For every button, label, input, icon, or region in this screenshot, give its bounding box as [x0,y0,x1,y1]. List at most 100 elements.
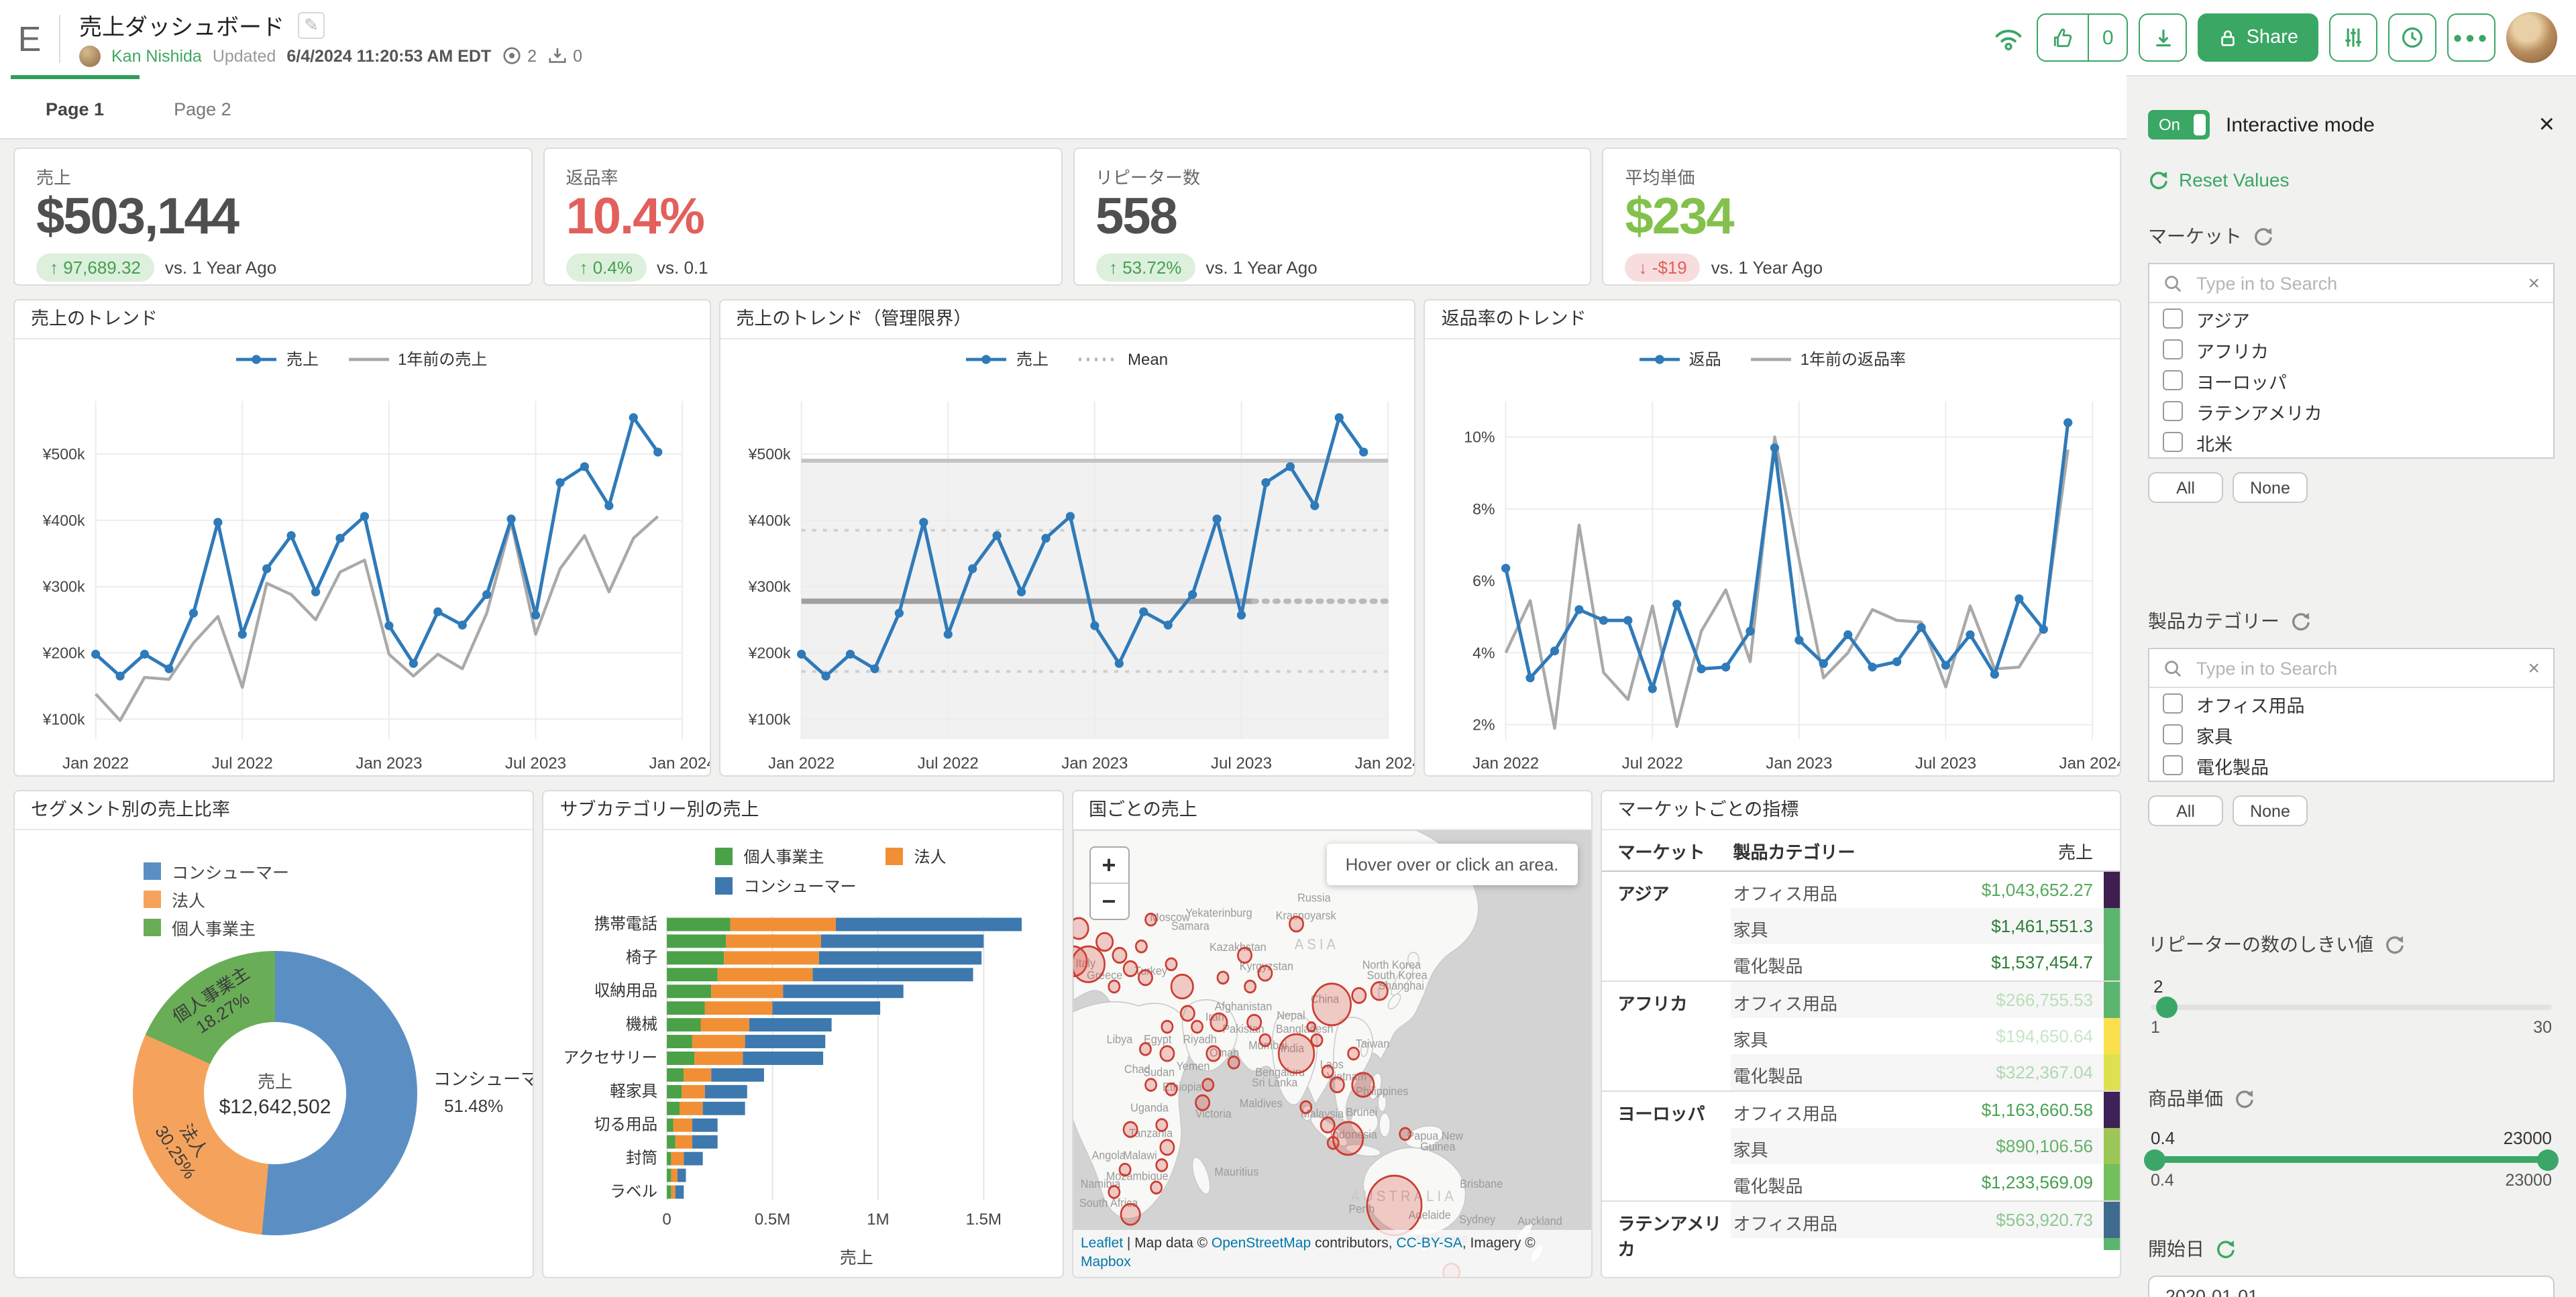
country-sales-bubble[interactable] [1108,980,1119,993]
country-sales-bubble[interactable] [1228,1056,1238,1068]
country-sales-bubble[interactable] [1112,948,1126,962]
more-options-button[interactable]: ●●● [2447,13,2496,62]
filter-option[interactable]: 北米 [2149,427,2553,457]
country-sales-bubble[interactable] [1307,1022,1315,1031]
country-sales-bubble[interactable] [1202,1079,1213,1091]
price-slider-track[interactable] [2151,1156,2552,1163]
interactive-mode-toggle[interactable]: On [2148,110,2210,139]
clear-search-icon[interactable]: × [2528,272,2540,294]
threshold-slider-track[interactable] [2151,1005,2552,1010]
country-sales-bubble[interactable] [1312,984,1350,1025]
country-sales-bubble[interactable] [1289,917,1302,932]
sales-control-chart[interactable]: ¥100k¥200k¥300k¥400k¥500kJan 2022Jul 202… [720,339,1414,777]
table-row[interactable]: 家具$890,106.56 [1602,1128,2121,1164]
country-sales-bubble[interactable] [1120,1204,1139,1225]
like-button[interactable]: 0 [2037,13,2129,62]
country-sales-bubble[interactable] [1165,958,1176,970]
table-row[interactable]: 電化製品$1,537,454.7 [1602,944,2121,980]
user-avatar[interactable] [2506,12,2557,63]
country-sales-bubble[interactable] [1139,1043,1150,1055]
clear-search-icon[interactable]: × [2528,657,2540,679]
country-sales-bubble[interactable] [1322,1066,1332,1078]
country-sales-map[interactable]: RussiaYekaterinburgKrasnoyarskMoscowSama… [1073,830,1591,1277]
table-row[interactable] [1602,1238,2121,1250]
country-sales-bubble[interactable] [1073,918,1087,939]
author-name[interactable]: Kan Nishida [111,46,202,65]
slider-handle-high[interactable] [2537,1149,2559,1170]
select-none-button[interactable]: None [2233,795,2308,826]
filter-option[interactable]: ラテンアメリカ [2149,396,2553,427]
legend-item[interactable]: 個人事業主 [716,844,824,867]
select-all-button[interactable]: All [2148,472,2223,503]
parameters-button[interactable] [2329,13,2377,62]
country-sales-bubble[interactable] [1352,988,1365,1003]
country-sales-bubble[interactable] [1123,1122,1136,1137]
country-sales-bubble[interactable] [1278,1034,1313,1073]
country-sales-bubble[interactable] [1180,1006,1193,1021]
subcategory-bar-chart[interactable]: 00.5M1M1.5M携帯電話椅子収納用品機械アクセサリー軽家具切る用品封筒ラベ… [544,913,1063,1241]
country-sales-bubble[interactable] [1311,1034,1322,1046]
table-row[interactable]: 家具$194,650.64 [1602,1018,2121,1054]
country-sales-bubble[interactable] [1217,972,1228,984]
country-sales-bubble[interactable] [1156,1160,1167,1172]
country-sales-bubble[interactable] [1150,1182,1161,1194]
country-sales-bubble[interactable] [1399,1128,1410,1140]
country-sales-bubble[interactable] [1161,1021,1172,1033]
attribution-link[interactable]: CC-BY-SA [1396,1235,1462,1251]
legend-item[interactable]: コンシューマー [144,857,289,885]
legend-item[interactable]: Mean [1078,347,1168,370]
history-button[interactable] [2388,13,2436,62]
country-sales-bubble[interactable] [1138,970,1151,985]
like-count[interactable]: 0 [2088,15,2127,60]
country-sales-bubble[interactable] [1258,966,1271,980]
app-logo[interactable]: E [0,15,60,63]
country-sales-bubble[interactable] [1119,1164,1130,1176]
table-row[interactable]: アジアオフィス用品$1,043,652.27 [1602,872,2121,908]
country-sales-bubble[interactable] [1156,1119,1167,1131]
country-sales-bubble[interactable] [1123,961,1136,976]
country-sales-bubble[interactable] [1195,1095,1208,1110]
country-sales-bubble[interactable] [1247,1015,1260,1029]
download-button[interactable] [2139,13,2188,62]
country-sales-bubble[interactable] [1300,1101,1311,1113]
country-sales-bubble[interactable] [1332,1122,1362,1155]
return-rate-chart[interactable]: 2%4%6%8%10%Jan 2022Jul 2022Jan 2023Jul 2… [1426,339,2120,777]
table-row[interactable]: 家具$1,461,551.3 [1602,908,2121,944]
table-row[interactable]: 電化製品$1,233,569.09 [1602,1164,2121,1200]
country-sales-bubble[interactable] [1095,933,1112,951]
legend-item[interactable]: 法人 [144,885,289,913]
country-sales-bubble[interactable] [1171,974,1192,999]
country-sales-bubble[interactable] [1160,1140,1173,1155]
country-sales-bubble[interactable] [1165,1083,1176,1095]
start-date-input[interactable] [2148,1276,2555,1297]
share-button[interactable]: Share [2198,13,2318,62]
zoom-out-button[interactable]: − [1090,883,1128,919]
filter-search-input[interactable] [2194,272,2517,294]
attribution-link[interactable]: Mapbox [1081,1255,1131,1271]
country-sales-bubble[interactable] [1191,1021,1201,1033]
legend-item[interactable]: 1年前の売上 [348,347,487,370]
close-icon[interactable]: × [2539,111,2555,138]
slider-handle-low[interactable] [2144,1149,2165,1170]
table-row[interactable]: ラテンアメリカオフィス用品$563,920.73 [1602,1200,2121,1238]
country-sales-bubble[interactable] [1160,1046,1173,1061]
legend-item[interactable]: 売上 [967,347,1049,370]
author-avatar[interactable] [79,45,101,66]
table-row[interactable]: ヨーロッパオフィス用品$1,163,660.58 [1602,1090,2121,1128]
country-sales-bubble[interactable] [1108,1186,1119,1198]
country-sales-bubble[interactable] [1371,982,1387,1000]
tab-page-1[interactable]: Page 1 [11,75,139,138]
table-row[interactable]: 電化製品$322,367.04 [1602,1054,2121,1090]
thumbs-up-icon[interactable] [2038,15,2088,60]
reset-values-button[interactable]: Reset Values [2148,169,2555,190]
country-sales-bubble[interactable] [1352,1073,1373,1097]
filter-option[interactable]: アジア [2149,303,2553,334]
attribution-link[interactable]: OpenStreetMap [1212,1235,1311,1251]
country-sales-bubble[interactable] [1330,1078,1343,1092]
filter-option[interactable]: オフィス用品 [2149,688,2553,719]
filter-option[interactable]: 電化製品 [2149,750,2553,781]
select-none-button[interactable]: None [2233,472,2308,503]
country-sales-bubble[interactable] [1366,1176,1421,1235]
filter-option[interactable]: 家具 [2149,719,2553,750]
legend-item[interactable]: コンシューマー [716,874,857,897]
